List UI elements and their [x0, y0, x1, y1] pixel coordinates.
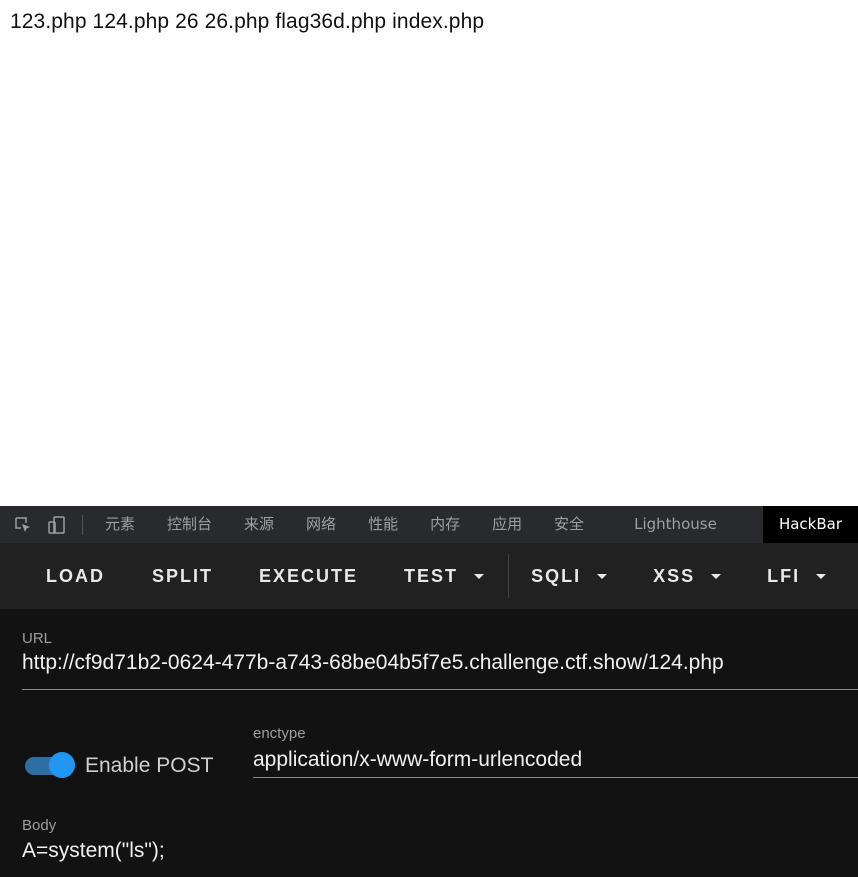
enctype-underline: [253, 777, 858, 778]
test-dropdown[interactable]: TEST: [404, 543, 485, 609]
lfi-dropdown[interactable]: LFI: [767, 543, 827, 609]
lfi-dropdown-label: LFI: [767, 565, 801, 586]
enable-post-toggle[interactable]: [25, 750, 77, 780]
tab-lighthouse[interactable]: Lighthouse: [618, 506, 733, 543]
url-input-underline: [22, 689, 858, 690]
tab-memory[interactable]: 内存: [414, 506, 476, 543]
load-button[interactable]: LOAD: [46, 543, 105, 609]
tab-application[interactable]: 应用: [476, 506, 538, 543]
caret-down-icon: [711, 573, 722, 579]
xss-dropdown-label: XSS: [653, 565, 696, 586]
tab-sources[interactable]: 来源: [228, 506, 290, 543]
caret-down-icon: [816, 573, 827, 579]
enctype-select[interactable]: application/x-www-form-urlencoded: [253, 748, 582, 772]
tab-network[interactable]: 网络: [290, 506, 352, 543]
devtools-panel: 元素 控制台 来源 网络 性能 内存 应用 安全 Lighthouse Hack…: [0, 506, 858, 877]
url-label: URL: [22, 630, 53, 647]
toggle-knob: [49, 752, 75, 778]
enable-post-label[interactable]: Enable POST: [85, 754, 213, 778]
body-label: Body: [22, 817, 57, 834]
tab-console[interactable]: 控制台: [151, 506, 228, 543]
inspect-element-icon[interactable]: [12, 514, 34, 536]
hackbar-body: URL http://cf9d71b2-0624-477b-a743-68be0…: [0, 609, 858, 877]
devtools-tabbar: 元素 控制台 来源 网络 性能 内存 应用 安全 Lighthouse Hack…: [0, 506, 858, 544]
caret-down-icon: [597, 573, 608, 579]
enctype-label: enctype: [253, 725, 306, 742]
body-input[interactable]: A=system("ls");: [22, 839, 165, 863]
tab-performance[interactable]: 性能: [352, 506, 414, 543]
sqli-dropdown[interactable]: SQLI: [531, 543, 608, 609]
tabbar-divider: [82, 514, 83, 535]
url-input[interactable]: http://cf9d71b2-0624-477b-a743-68be04b5f…: [22, 651, 724, 675]
tab-hackbar[interactable]: HackBar: [762, 506, 858, 543]
split-button[interactable]: SPLIT: [152, 543, 213, 609]
sqli-dropdown-label: SQLI: [531, 565, 582, 586]
tab-security[interactable]: 安全: [538, 506, 600, 543]
execute-button[interactable]: EXECUTE: [259, 543, 358, 609]
toolbar-divider: [508, 554, 510, 598]
page-output-text: 123.php 124.php 26 26.php flag36d.php in…: [10, 10, 485, 33]
hackbar-toolbar: LOAD SPLIT EXECUTE TEST SQLI XSS LFI: [0, 543, 858, 609]
test-dropdown-label: TEST: [404, 565, 459, 586]
tab-elements[interactable]: 元素: [95, 506, 151, 543]
xss-dropdown[interactable]: XSS: [653, 543, 722, 609]
device-toolbar-icon[interactable]: [46, 514, 68, 536]
caret-down-icon: [474, 573, 485, 579]
